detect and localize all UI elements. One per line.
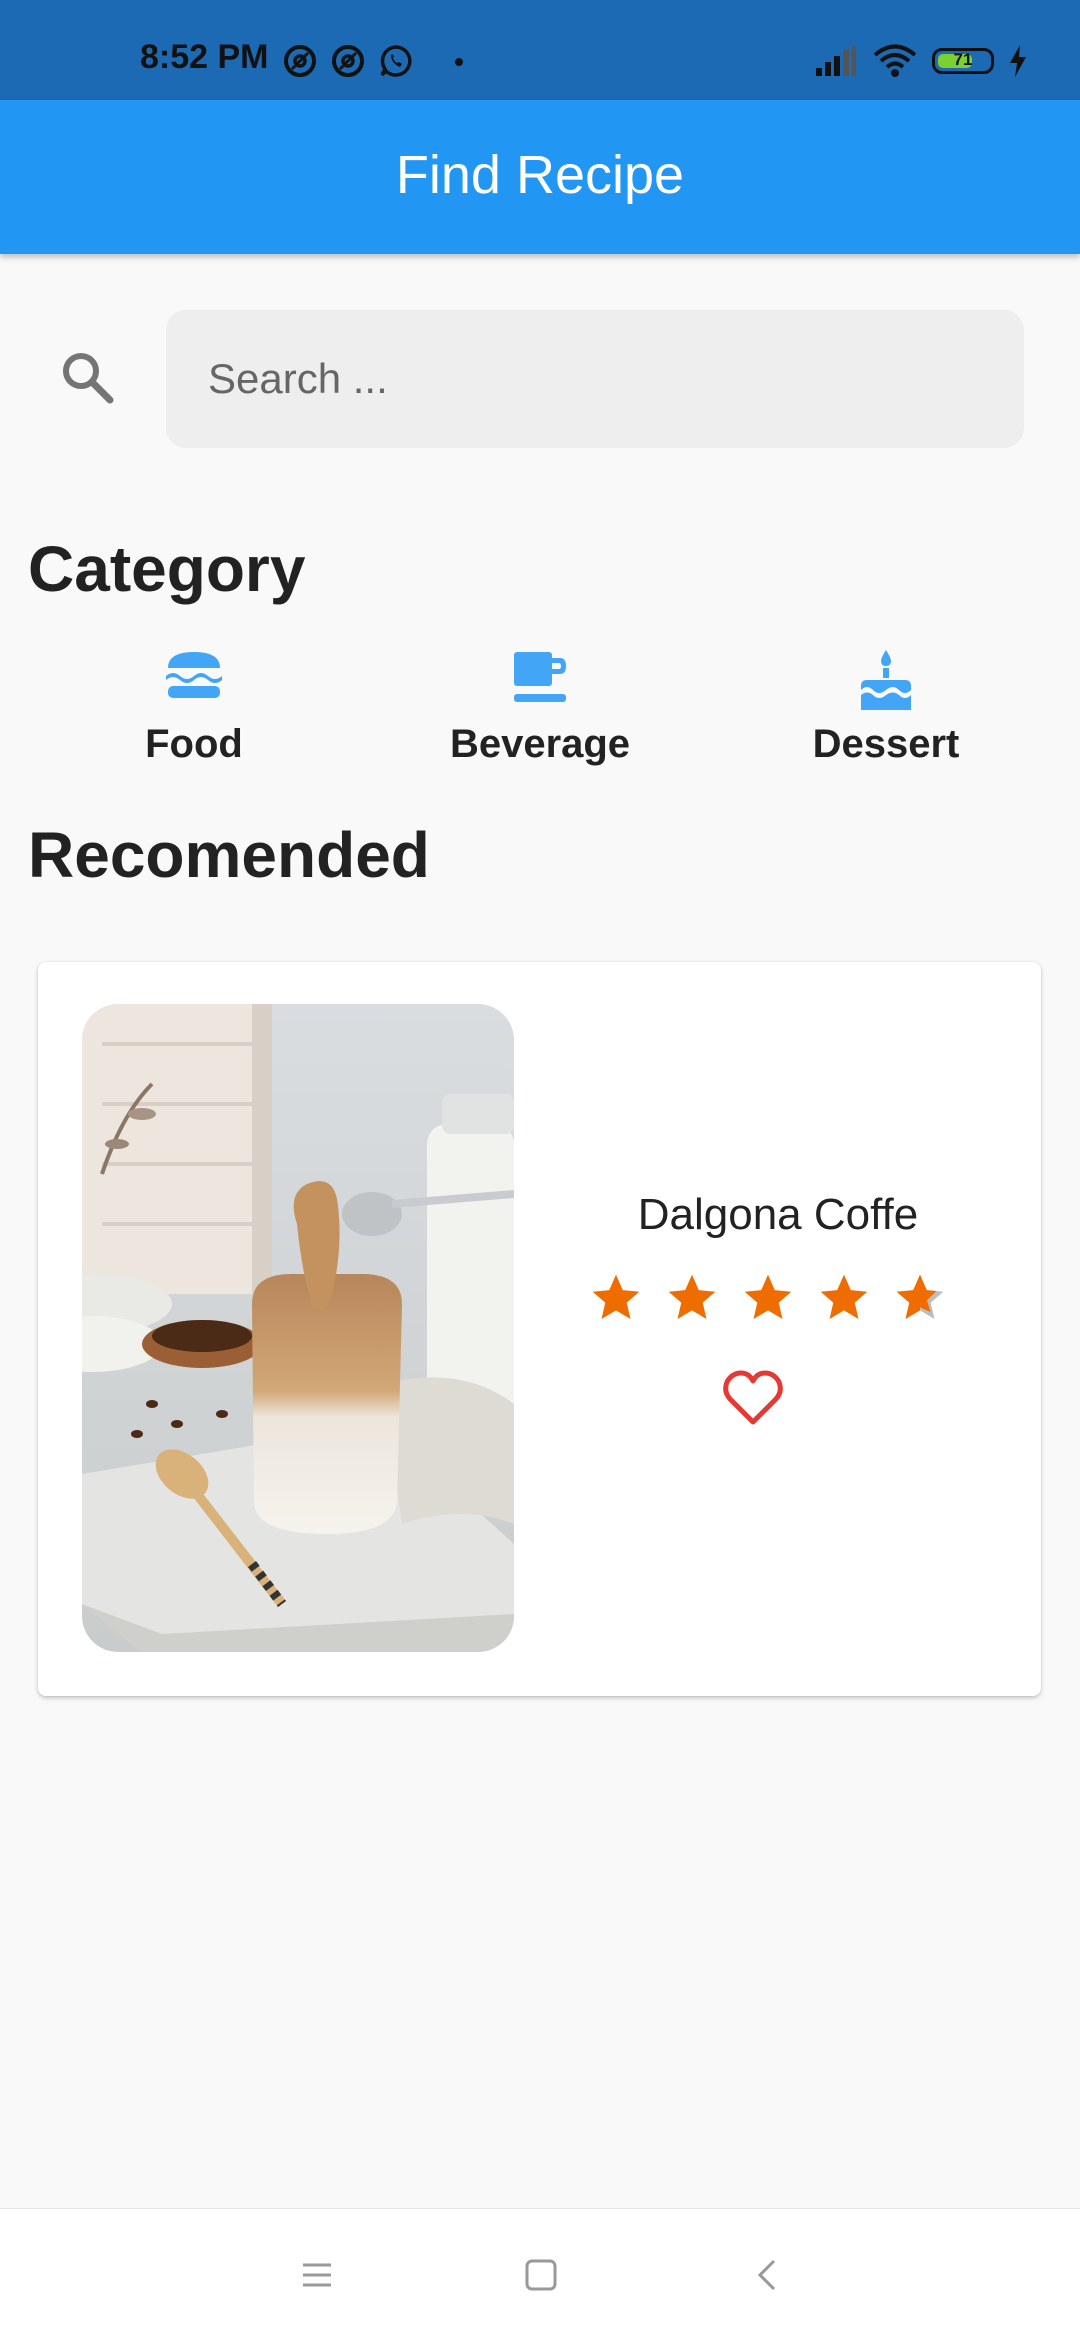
- dot-icon: [455, 58, 463, 66]
- recipe-image[interactable]: [82, 1004, 514, 1652]
- star-icon: [668, 1274, 716, 1319]
- system-icons: 71: [814, 44, 1028, 78]
- category-label: Beverage: [449, 722, 631, 766]
- category-label: Food: [145, 722, 243, 766]
- rating-stars: [588, 1270, 948, 1326]
- category-dessert[interactable]: Dessert: [766, 650, 1006, 767]
- category-beverage[interactable]: Beverage: [420, 650, 660, 767]
- recipe-card[interactable]: Dalgona Coffe: [38, 962, 1041, 1696]
- status-time: 8:52 PM: [140, 38, 269, 76]
- at-icon: [284, 45, 316, 77]
- status-bar: 8:52 PM 71: [0, 0, 1080, 100]
- star-half-icon: [896, 1274, 944, 1319]
- navigation-bar: [0, 2208, 1080, 2341]
- battery-level: 71: [953, 50, 973, 69]
- search-input[interactable]: [166, 310, 1024, 448]
- star-icon: [592, 1274, 640, 1319]
- coffee-cup-icon: [514, 652, 566, 702]
- star-icon: [744, 1274, 792, 1319]
- category-food[interactable]: Food: [74, 650, 314, 767]
- category-heading: Category: [28, 533, 306, 605]
- category-label: Dessert: [812, 722, 960, 766]
- recommended-heading: Recomended: [28, 819, 430, 891]
- menu-icon[interactable]: [297, 2255, 337, 2295]
- battery-icon: 71: [932, 48, 994, 74]
- app-bar: Find Recipe: [0, 100, 1080, 254]
- home-icon[interactable]: [521, 2255, 561, 2295]
- back-icon[interactable]: [748, 2255, 788, 2295]
- signal-icon: [816, 46, 856, 76]
- wifi-icon: [873, 44, 917, 77]
- cake-icon: [861, 650, 911, 710]
- app-title: Find Recipe: [395, 145, 685, 205]
- burger-icon: [166, 652, 222, 698]
- heart-icon[interactable]: [723, 1370, 783, 1426]
- recipe-name: Dalgona Coffe: [637, 1190, 919, 1239]
- at-icon: [332, 45, 364, 77]
- notification-icons: [283, 44, 463, 78]
- charging-icon: [1010, 45, 1026, 77]
- whatsapp-icon: [380, 45, 412, 77]
- star-icon: [820, 1274, 868, 1319]
- search-icon[interactable]: [58, 348, 118, 408]
